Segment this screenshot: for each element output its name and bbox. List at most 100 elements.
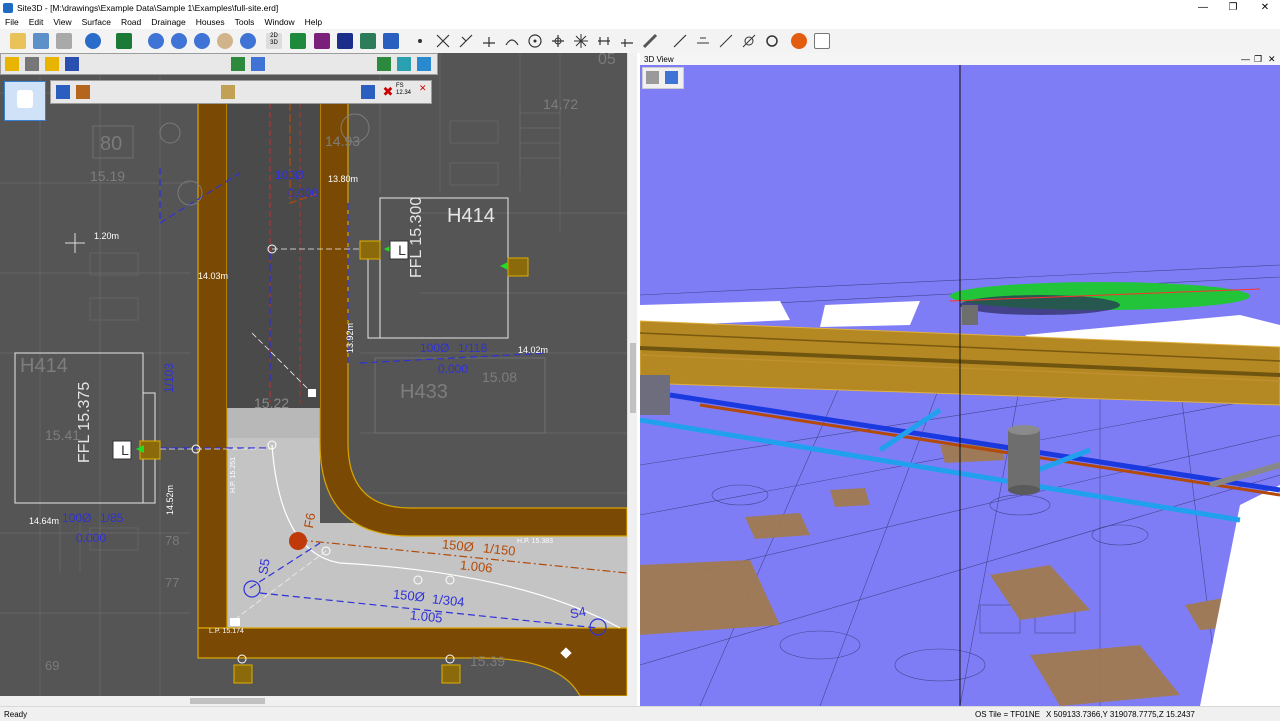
navigate-3d-icon[interactable] [665, 71, 678, 84]
3d-view-panel: 3D View — ❐ ✕ [640, 53, 1280, 706]
menu-houses[interactable]: Houses [191, 17, 230, 27]
zoom-in-icon[interactable] [148, 33, 164, 49]
profile-tool-icon[interactable] [221, 85, 235, 99]
measure-icon[interactable] [718, 33, 734, 49]
zoom-out-icon[interactable] [171, 33, 187, 49]
close-icon[interactable]: ✕ [419, 83, 427, 94]
pan-icon[interactable] [217, 33, 233, 49]
delete-icon[interactable]: ✖ [381, 85, 395, 99]
manhole-tool-icon[interactable] [76, 85, 90, 99]
app-icon [3, 2, 13, 13]
print-icon[interactable] [56, 33, 72, 49]
menu-window[interactable]: Window [259, 17, 299, 27]
warning-icon[interactable] [5, 57, 19, 71]
menu-tools[interactable]: Tools [230, 17, 260, 27]
polyline-icon[interactable] [695, 33, 711, 49]
hazard-icon[interactable] [45, 57, 59, 71]
rotate-icon[interactable] [764, 33, 780, 49]
manhole-label: F6 [300, 511, 319, 530]
tangent-icon[interactable] [481, 33, 497, 49]
il-label: 13.80m [328, 174, 359, 184]
layers-icon[interactable] [116, 33, 132, 49]
3d-scene[interactable] [640, 65, 1280, 706]
3d-maximize-button[interactable]: ❐ [1254, 54, 1262, 65]
intersect-icon[interactable] [435, 33, 451, 49]
perpendicular-icon[interactable] [458, 33, 474, 49]
selected-tool[interactable] [4, 81, 46, 121]
pipe-depth: 0.000 [438, 362, 469, 376]
line-icon[interactable] [672, 33, 688, 49]
minimize-button[interactable]: — [1188, 0, 1218, 15]
surface-tool-icon[interactable] [65, 57, 79, 71]
level-label: 14.72 [543, 96, 579, 112]
open-icon[interactable] [10, 33, 26, 49]
snap-point-icon[interactable] [412, 33, 428, 49]
status-bar: Ready OS Tile = TF01NE X 509133.7366,Y 3… [0, 706, 1280, 721]
marker-label: L [121, 442, 129, 458]
midpoint-icon[interactable] [573, 33, 589, 49]
pipe-depth: 0.000 [288, 186, 319, 200]
menu-bar: File Edit View Surface Road Drainage Hou… [0, 15, 1280, 29]
drainage-icon[interactable] [337, 33, 353, 49]
zoom-extents-icon[interactable] [240, 33, 256, 49]
back-icon[interactable] [85, 33, 101, 49]
scroll-thumb[interactable] [630, 343, 636, 413]
road-icon[interactable] [314, 33, 330, 49]
node-icon[interactable] [550, 33, 566, 49]
zoom-window-icon[interactable] [194, 33, 210, 49]
network-tool-icon[interactable] [361, 85, 375, 99]
menu-edit[interactable]: Edit [24, 17, 49, 27]
house-label: H433 [400, 381, 448, 403]
3d-render [640, 65, 1280, 706]
tap-icon [17, 90, 33, 108]
layer-icon[interactable] [25, 57, 39, 71]
print-3d-icon[interactable] [646, 71, 659, 84]
nearest-icon[interactable] [596, 33, 612, 49]
pipe-gradient: 1/118 [458, 341, 488, 355]
house-tool-icon[interactable] [417, 57, 431, 71]
close-button[interactable]: ✕ [1250, 0, 1280, 15]
maximize-button[interactable]: ❐ [1218, 0, 1248, 15]
pipe-size: 100Ø [62, 511, 92, 525]
menu-view[interactable]: View [48, 17, 76, 27]
menu-file[interactable]: File [0, 17, 24, 27]
plan-tool-icon[interactable] [231, 57, 245, 71]
plan-drawing [0, 53, 627, 696]
cad-plan-view[interactable]: 80 78 77 69 05 H414 FFL 15.300 L H414 FF… [0, 53, 627, 696]
fs-value: 12.34 [396, 90, 412, 96]
ruler-icon[interactable] [642, 33, 658, 49]
horizontal-scrollbar[interactable] [0, 696, 627, 706]
houses-icon[interactable] [360, 33, 376, 49]
level-label: 15.22 [254, 395, 290, 411]
surface-icon[interactable] [290, 33, 306, 49]
arc-icon[interactable] [504, 33, 520, 49]
save-icon[interactable] [33, 33, 49, 49]
scroll-thumb[interactable] [190, 698, 265, 704]
list-icon[interactable] [814, 33, 830, 49]
text-tool-icon[interactable] [397, 57, 411, 71]
2d-3d-icon[interactable]: 2D 3D [266, 33, 282, 49]
warning-icon[interactable] [791, 33, 807, 49]
title-bar: Site3D - [M:\drawings\Example Data\Sampl… [0, 0, 1280, 15]
3d-close-button[interactable]: ✕ [1268, 54, 1276, 65]
level-label: 15.39 [470, 653, 506, 669]
pipe-tool-icon[interactable] [56, 85, 70, 99]
fs-tool-icon[interactable]: FS 12.34 [396, 83, 411, 97]
snap-icon[interactable] [383, 33, 399, 49]
plot-number: 78 [165, 533, 180, 548]
extend-icon[interactable] [619, 33, 635, 49]
menu-drainage[interactable]: Drainage [146, 17, 191, 27]
coordinate-readout: X 509133.7366,Y 319078.7775,Z 15.2437 [1046, 709, 1195, 719]
il-label: 14.02m [518, 345, 549, 355]
menu-road[interactable]: Road [116, 17, 146, 27]
3d-minimize-button[interactable]: — [1241, 54, 1250, 64]
menu-help[interactable]: Help [300, 17, 327, 27]
section-tool-icon[interactable] [251, 57, 265, 71]
fs-label: FS [396, 83, 404, 89]
3d-view-title: 3D View [644, 54, 674, 64]
circle-icon[interactable] [527, 33, 543, 49]
3d-toolbar [642, 67, 684, 89]
offset-icon[interactable] [741, 33, 757, 49]
menu-surface[interactable]: Surface [77, 17, 116, 27]
grade-tool-icon[interactable] [377, 57, 391, 71]
